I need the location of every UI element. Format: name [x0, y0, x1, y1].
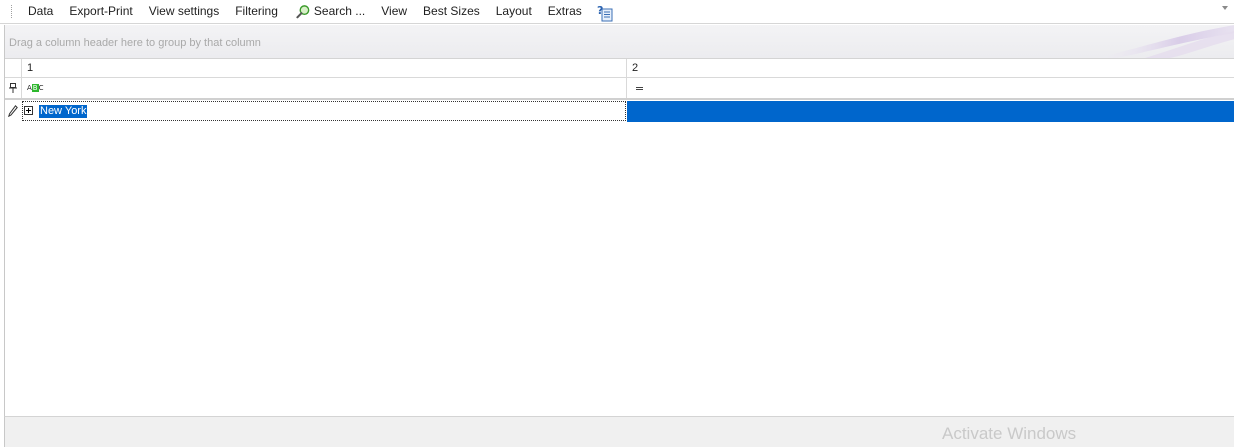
svg-text:?: ? — [597, 4, 603, 17]
menu-view-settings[interactable]: View settings — [141, 0, 227, 23]
column-header-2-label: 2 — [632, 62, 639, 74]
header-indicator-cell — [5, 59, 22, 77]
column-header-2[interactable]: 2 — [627, 59, 1234, 77]
decorative-swoosh-icon — [1095, 25, 1234, 58]
menu-data[interactable]: Data — [20, 0, 61, 23]
data-grid: Drag a column header here to group by th… — [4, 25, 1234, 446]
activation-watermark: Activate Windows — [942, 424, 1077, 443]
text-filter-operator-icon[interactable]: ABC — [27, 84, 44, 92]
column-header-row: 1 2 — [5, 59, 1234, 78]
filter-row: ABC — [5, 78, 1234, 100]
menu-filtering[interactable]: Filtering — [227, 0, 286, 23]
menu-export-print[interactable]: Export-Print — [61, 0, 140, 23]
help-document-icon[interactable]: ? — [596, 4, 614, 22]
search-icon — [296, 5, 310, 19]
toolbar-overflow-icon[interactable] — [1222, 6, 1228, 10]
menu-search[interactable]: Search ... — [286, 0, 373, 23]
row-indicator — [5, 101, 21, 122]
filter-cell-2[interactable] — [627, 78, 1234, 98]
menu-best-sizes[interactable]: Best Sizes — [415, 0, 488, 23]
menu-extras[interactable]: Extras — [540, 0, 590, 23]
toolbar-grip[interactable] — [11, 5, 14, 18]
table-row[interactable]: New York — [5, 101, 1234, 122]
expand-plus-icon[interactable] — [24, 106, 33, 115]
edit-pencil-icon — [8, 105, 18, 117]
menu-view[interactable]: View — [373, 0, 415, 23]
menu-search-label: Search ... — [313, 4, 366, 18]
equals-filter-operator-icon[interactable] — [636, 87, 643, 90]
pin-icon[interactable] — [9, 83, 17, 93]
filter-cell-1[interactable]: ABC — [22, 78, 627, 98]
column-header-1-label: 1 — [27, 62, 34, 74]
menu-layout[interactable]: Layout — [488, 0, 540, 23]
menu-bar: Data Export-Print View settings Filterin… — [0, 0, 1234, 24]
group-by-hint: Drag a column header here to group by th… — [9, 37, 261, 49]
group-by-panel[interactable]: Drag a column header here to group by th… — [5, 25, 1234, 59]
table-cell-1[interactable]: New York — [22, 101, 626, 121]
cell-value: New York — [39, 105, 88, 118]
table-cell-2[interactable] — [627, 101, 1234, 122]
filter-indicator-cell — [5, 78, 22, 98]
column-header-1[interactable]: 1 — [22, 59, 627, 77]
